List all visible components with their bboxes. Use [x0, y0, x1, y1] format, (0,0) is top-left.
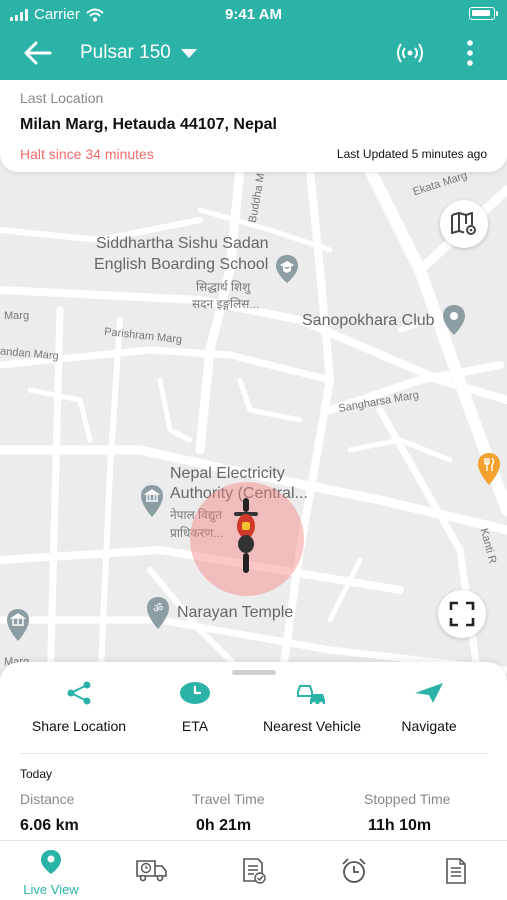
halt-status: Halt since 34 minutes	[20, 146, 154, 162]
restaurant-pin-icon[interactable]	[477, 452, 501, 486]
nav-live-view[interactable]: Live View	[21, 849, 81, 897]
vehicle-name: Pulsar 150	[80, 42, 171, 63]
back-arrow-icon[interactable]	[22, 38, 54, 68]
bottom-sheet: Share Location ETA Nearest Vehicle Navig…	[0, 662, 507, 842]
share-location-button[interactable]: Share Location	[14, 680, 144, 734]
alarm-clock-icon	[342, 858, 366, 883]
landmark-pin-icon[interactable]	[6, 608, 30, 642]
cars-icon	[297, 685, 325, 706]
dropdown-triangle-icon	[180, 48, 197, 58]
road-label: Marg	[4, 310, 30, 322]
eta-label: ETA	[181, 718, 209, 734]
location-address: Milan Marg, Hetauda 44107, Nepal	[20, 116, 277, 133]
travel-time-label: Travel Time	[192, 791, 265, 807]
stopped-time-label: Stopped Time	[364, 791, 451, 807]
summary-period: Today	[20, 767, 53, 781]
poi-school-name-local: सदन इङ्गलिस...	[192, 297, 260, 311]
svg-text:ॐ: ॐ	[153, 602, 163, 615]
nav-documents[interactable]	[425, 857, 485, 890]
poi-club-name: Sanopokhara Club	[302, 312, 435, 329]
travel-time-value: 0h 21m	[196, 817, 252, 834]
nav-reports[interactable]	[224, 857, 284, 890]
stopped-time-value: 11h 10m	[368, 817, 432, 834]
nearest-vehicle-button[interactable]: Nearest Vehicle	[247, 680, 377, 734]
poi-school-name: English Boarding School	[94, 256, 269, 273]
location-label: Last Location	[20, 90, 104, 106]
sheet-drag-handle[interactable]	[232, 670, 276, 675]
truck-clock-icon	[136, 860, 167, 882]
app-header: Carrier 9:41 AM Pulsar 150	[0, 0, 507, 80]
poi-school-name: Siddhartha Sishu Sadan	[96, 235, 269, 252]
map-layers-button[interactable]	[440, 200, 488, 248]
clock-icon	[180, 682, 210, 704]
nav-alerts[interactable]	[324, 857, 384, 890]
broadcast-icon[interactable]	[396, 40, 424, 66]
distance-value: 6.06 km	[20, 817, 79, 834]
more-options-icon[interactable]	[462, 38, 478, 68]
map-settings-icon	[451, 212, 476, 235]
poi-school-name-local: सिद्धार्थ शिशु	[196, 280, 251, 294]
government-pin-icon[interactable]	[140, 484, 164, 518]
last-updated: Last Updated 5 minutes ago	[336, 147, 487, 161]
nav-live-view-label: Live View	[23, 882, 79, 897]
nav-trips[interactable]	[122, 857, 182, 888]
eta-button[interactable]: ETA	[130, 680, 260, 734]
poi-temple-name: Narayan Temple	[177, 604, 294, 621]
location-pin-icon	[41, 850, 61, 874]
club-pin-icon[interactable]	[442, 304, 466, 336]
sheet-divider	[20, 753, 487, 754]
poi-nea-name: Nepal Electricity	[170, 465, 285, 482]
document-list-icon	[446, 858, 466, 884]
fullscreen-icon	[449, 601, 475, 627]
nearest-vehicle-label: Nearest Vehicle	[262, 718, 362, 734]
fullscreen-button[interactable]	[438, 590, 486, 638]
school-pin-icon[interactable]	[275, 254, 299, 284]
battery-icon	[469, 7, 498, 20]
navigate-label: Navigate	[401, 718, 457, 734]
navigate-button[interactable]: Navigate	[364, 680, 494, 734]
document-check-icon	[243, 858, 266, 884]
share-location-label: Share Location	[31, 718, 127, 734]
bottom-navigation: Live View	[0, 840, 507, 900]
status-bar: Carrier 9:41 AM	[0, 0, 507, 28]
status-time: 9:41 AM	[225, 6, 282, 23]
location-card: Last Location Milan Marg, Hetauda 44107,…	[0, 80, 507, 172]
navigate-icon	[415, 683, 443, 703]
distance-label: Distance	[20, 791, 75, 807]
share-icon	[67, 681, 91, 705]
vehicle-selector[interactable]: Pulsar 150	[80, 42, 197, 64]
app-bar: Pulsar 150	[0, 28, 507, 80]
motorbike-marker-icon[interactable]	[230, 498, 262, 574]
temple-pin-icon[interactable]: ॐ	[146, 596, 170, 630]
map-view[interactable]: Ekata Marg Buddha M Marg Parishram Marg …	[0, 150, 507, 690]
